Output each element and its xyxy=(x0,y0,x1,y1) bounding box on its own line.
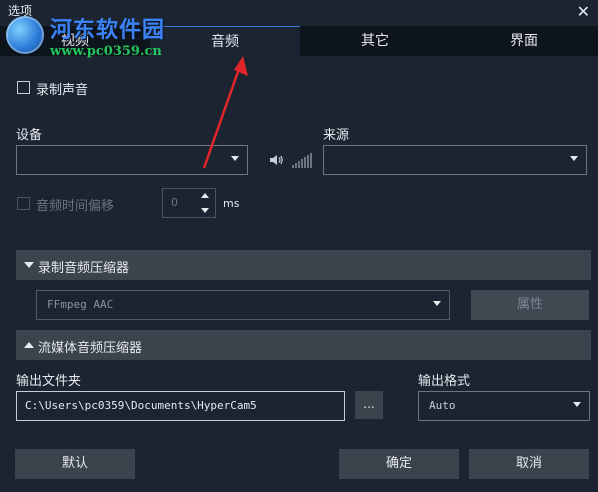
cancel-button[interactable]: 取消 xyxy=(469,449,589,479)
close-icon[interactable]: ✕ xyxy=(577,2,590,21)
watermark: 河东软件园 www.pc0359.cn xyxy=(6,10,206,64)
chevron-down-icon xyxy=(570,156,578,161)
record-compressor-title: 录制音频压缩器 xyxy=(38,261,130,276)
codec-value: FFmpeg AAC xyxy=(47,298,114,311)
level-meter-icon xyxy=(292,152,312,168)
stepper-up-icon[interactable] xyxy=(201,193,209,198)
audio-offset-value: 0 xyxy=(171,196,178,209)
tab-interface-label: 界面 xyxy=(510,33,538,49)
chevron-down-icon xyxy=(433,301,441,306)
audio-offset-unit: ms xyxy=(223,197,240,210)
watermark-logo-icon xyxy=(6,16,44,54)
speaker-icon xyxy=(270,155,283,165)
stepper-down-icon[interactable] xyxy=(201,208,209,213)
output-folder-value: C:\Users\pc0359\Documents\HyperCam5 xyxy=(25,399,257,412)
record-audio-label: 录制声音 xyxy=(36,83,89,98)
chevron-up-icon xyxy=(24,342,34,348)
source-select[interactable] xyxy=(323,145,587,175)
tab-other-label: 其它 xyxy=(361,33,389,49)
output-folder-field[interactable]: C:\Users\pc0359\Documents\HyperCam5 xyxy=(16,391,345,421)
annotation-arrow-icon xyxy=(202,56,248,169)
stream-compressor-header[interactable]: 流媒体音频压缩器 xyxy=(16,330,591,360)
tab-other[interactable]: 其它 xyxy=(300,26,450,56)
chevron-down-icon xyxy=(24,262,34,268)
output-format-select[interactable]: Auto xyxy=(418,391,590,421)
output-format-value: Auto xyxy=(429,399,456,412)
tab-interface[interactable]: 界面 xyxy=(450,26,598,56)
device-label: 设备 xyxy=(16,128,43,143)
source-label: 来源 xyxy=(323,128,350,143)
ok-button[interactable]: 确定 xyxy=(339,449,459,479)
audio-offset-label: 音频时间偏移 xyxy=(36,199,115,214)
output-folder-label: 输出文件夹 xyxy=(16,374,82,389)
browse-button[interactable]: ... xyxy=(355,391,383,419)
stream-compressor-title: 流媒体音频压缩器 xyxy=(38,341,143,356)
watermark-brand: 河东软件园 xyxy=(50,17,166,43)
default-button[interactable]: 默认 xyxy=(15,449,135,479)
watermark-url: www.pc0359.cn xyxy=(50,44,162,59)
codec-select[interactable]: FFmpeg AAC xyxy=(36,290,450,320)
audio-offset-stepper[interactable]: 0 xyxy=(162,188,216,218)
output-format-label: 输出格式 xyxy=(418,374,471,389)
properties-button[interactable]: 属性 xyxy=(471,290,589,320)
record-audio-checkbox[interactable] xyxy=(17,81,30,94)
chevron-down-icon xyxy=(573,402,581,407)
audio-offset-checkbox[interactable] xyxy=(17,197,30,210)
record-compressor-header[interactable]: 录制音频压缩器 xyxy=(16,250,591,280)
